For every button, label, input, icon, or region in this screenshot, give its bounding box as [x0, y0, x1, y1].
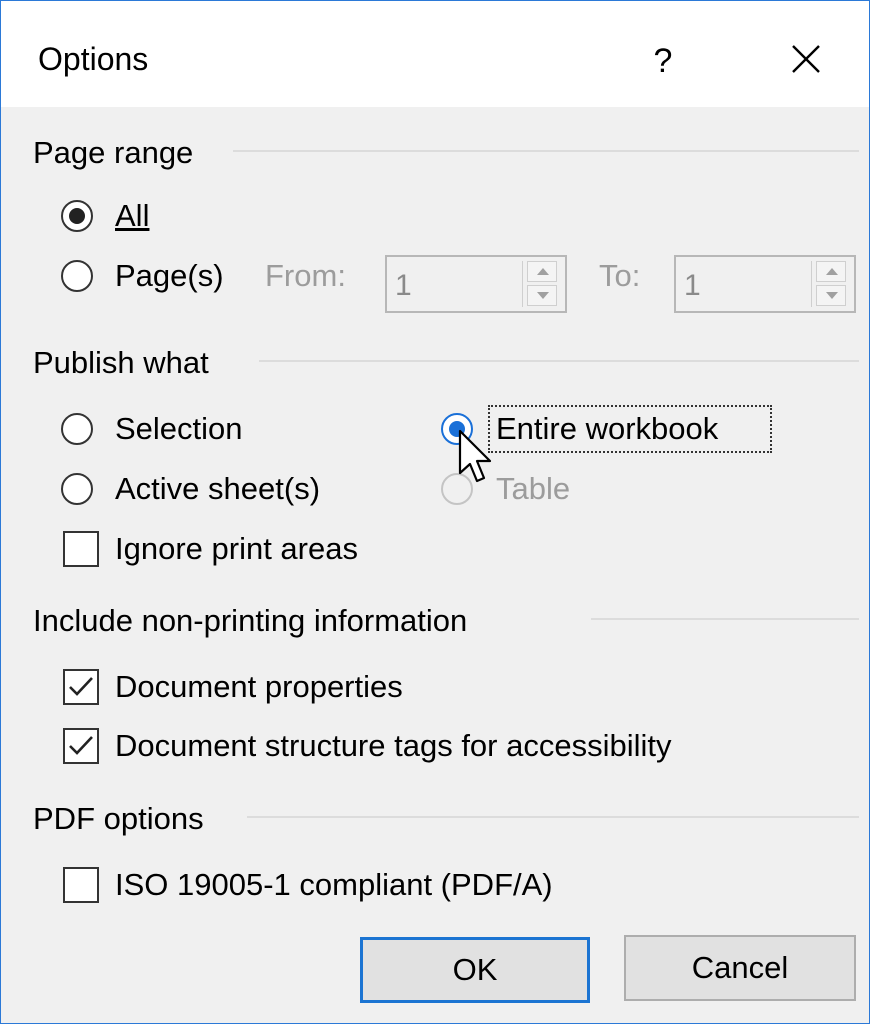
help-button[interactable]: ? [643, 31, 683, 91]
chevron-down-icon [537, 292, 549, 299]
options-dialog: Options ? Page range All Page(s) From: 1… [0, 0, 870, 1024]
to-spin-up[interactable] [816, 261, 846, 282]
active-sheets-radio[interactable] [61, 473, 93, 505]
chevron-down-icon [826, 292, 838, 299]
non-printing-heading: Include non-printing information [33, 603, 468, 638]
from-spin-down[interactable] [527, 285, 557, 306]
publish-what-heading: Publish what [33, 345, 209, 380]
pages-radio[interactable] [61, 260, 93, 292]
from-value: 1 [395, 269, 412, 302]
to-label: To: [599, 258, 641, 293]
pages-label: Page(s) [115, 258, 224, 293]
ignore-print-areas-label: Ignore print areas [115, 531, 358, 566]
structure-tags-checkbox[interactable] [63, 728, 99, 764]
pdf-options-heading: PDF options [33, 801, 204, 836]
selection-radio[interactable] [61, 413, 93, 445]
title-bar: Options ? [1, 1, 869, 107]
structure-tags-label: Document structure tags for accessibilit… [115, 728, 672, 763]
ignore-print-areas-checkbox[interactable] [63, 531, 99, 567]
table-label: Table [496, 471, 571, 506]
chevron-up-icon [826, 268, 838, 275]
iso-compliant-checkbox[interactable] [63, 867, 99, 903]
ok-button[interactable]: OK [360, 937, 590, 1003]
entire-workbook-label: Entire workbook [496, 411, 719, 446]
chevron-up-icon [537, 268, 549, 275]
page-range-heading: Page range [33, 135, 194, 170]
divider [247, 816, 859, 818]
to-spinner[interactable]: 1 [674, 255, 856, 313]
to-spin-buttons [811, 261, 850, 307]
checkmark-icon [69, 677, 93, 696]
from-spin-buttons [522, 261, 561, 307]
selection-label: Selection [115, 411, 243, 446]
to-spin-down[interactable] [816, 285, 846, 306]
cancel-button[interactable]: Cancel [624, 935, 856, 1001]
document-properties-label: Document properties [115, 669, 403, 704]
close-icon [792, 45, 820, 73]
to-value: 1 [684, 269, 701, 302]
mouse-pointer-icon [458, 429, 492, 483]
document-properties-checkbox[interactable] [63, 669, 99, 705]
checkmark-icon [69, 736, 93, 755]
divider [259, 360, 859, 362]
all-label: All [115, 198, 149, 234]
divider [591, 618, 859, 620]
from-label: From: [265, 258, 346, 293]
iso-compliant-label: ISO 19005-1 compliant (PDF/A) [115, 867, 553, 902]
dialog-title: Options [38, 41, 149, 77]
close-button[interactable] [781, 31, 831, 91]
active-sheets-label: Active sheet(s) [115, 471, 321, 506]
all-label-text: All [115, 198, 150, 233]
from-spin-up[interactable] [527, 261, 557, 282]
divider [233, 150, 859, 152]
from-spinner[interactable]: 1 [385, 255, 567, 313]
all-radio[interactable] [61, 200, 93, 232]
